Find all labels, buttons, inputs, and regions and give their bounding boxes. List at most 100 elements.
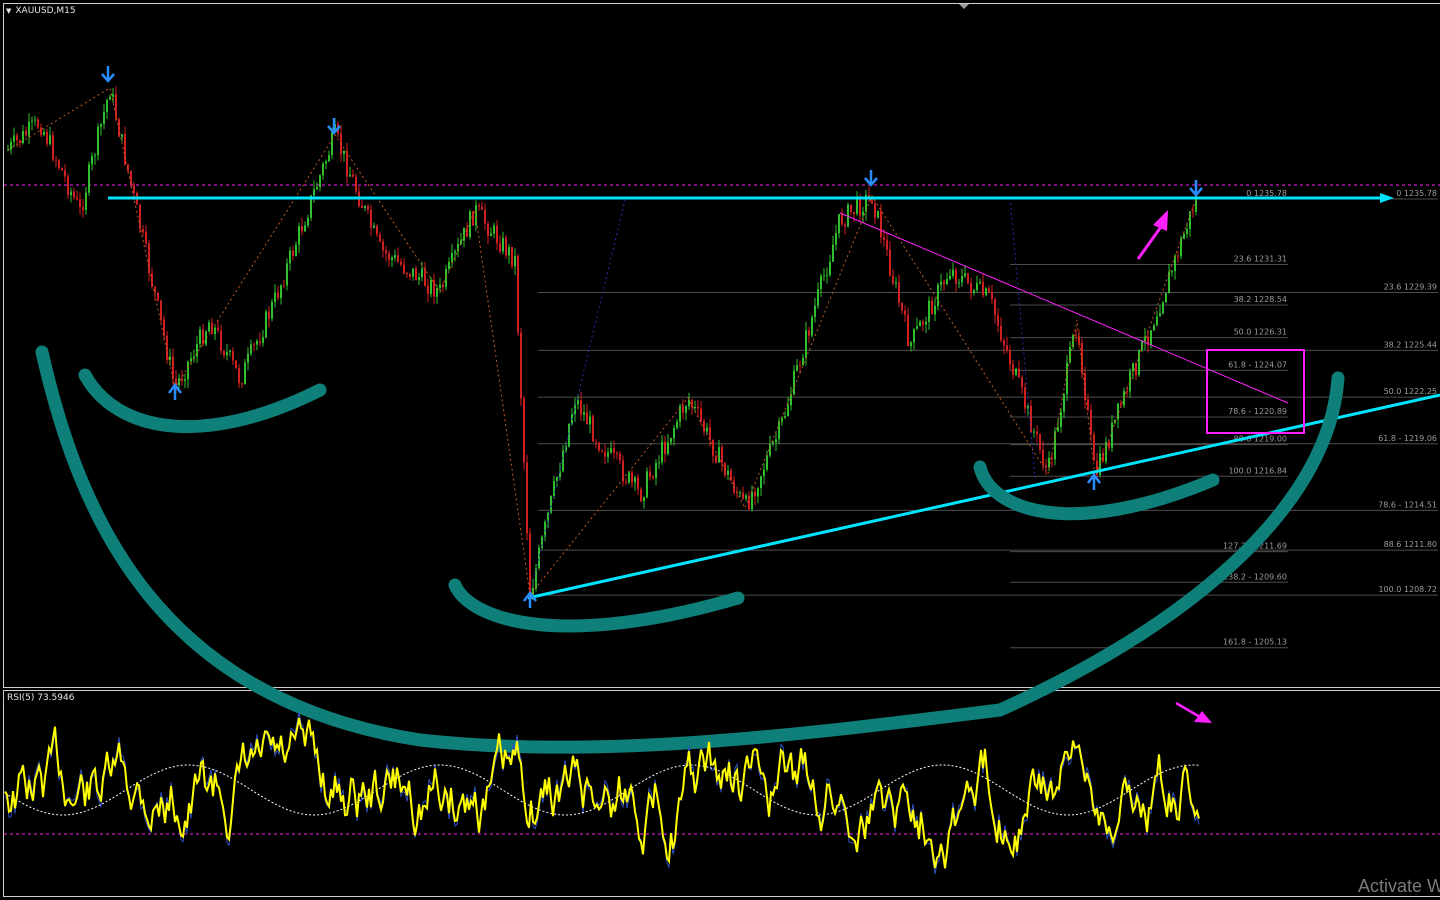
candle-body [829, 261, 831, 276]
fib-label: 78.6 - 1220.89 [1228, 407, 1287, 416]
candle-body [883, 237, 885, 240]
candle-body [922, 321, 924, 325]
candle-body [490, 233, 492, 237]
candle-body [634, 477, 636, 483]
candle-body [1024, 387, 1026, 409]
fib-label: 23.6 1231.31 [1234, 254, 1287, 263]
candle-body [928, 300, 930, 322]
candle-body [112, 94, 114, 97]
candle-body [520, 332, 522, 399]
candle-body [322, 163, 324, 176]
candle-body [145, 231, 147, 244]
price-chart[interactable]: 0 1235.78 23.6 1231.31 38.2 1228.54 50.0 12… [0, 0, 1440, 900]
candle-body [208, 322, 210, 332]
candle-body [580, 400, 582, 415]
candle-body [40, 127, 42, 135]
candle-body [760, 476, 762, 489]
candle-body [1138, 349, 1140, 375]
candle-body [133, 184, 135, 193]
candle-body [10, 141, 12, 150]
candle-body [64, 170, 66, 177]
candle-body [910, 342, 912, 347]
candle-body [1039, 434, 1041, 450]
candle-body [970, 283, 972, 293]
candle-body [187, 361, 189, 380]
candle-body [874, 203, 876, 218]
candle-body [811, 317, 813, 336]
candle-body [268, 311, 270, 319]
candle-body [850, 204, 852, 212]
candle-body [745, 495, 747, 499]
candle-body [1183, 233, 1185, 239]
candle-body [568, 423, 570, 447]
candle-body [907, 314, 909, 347]
candle-body [34, 119, 36, 121]
candle-body [1015, 368, 1017, 375]
fib-label: 161.8 - 1205.13 [1223, 638, 1287, 647]
candle-body [412, 268, 414, 277]
candle-body [1177, 255, 1179, 257]
candle-body [52, 135, 54, 160]
candle-body [37, 119, 39, 128]
candle-body [1165, 293, 1167, 303]
candle-body [1120, 403, 1122, 406]
chart-window[interactable]: 0 1235.78 23.6 1231.31 38.2 1228.54 50.0 12… [0, 0, 1440, 900]
candle-body [1090, 409, 1092, 435]
candle-body [592, 416, 594, 442]
candle-body [652, 476, 654, 478]
candle-body [253, 344, 255, 346]
candle-body [877, 210, 879, 218]
candle-body [610, 448, 612, 453]
candle-body [667, 442, 669, 454]
candle-body [385, 250, 387, 254]
candle-body [1006, 345, 1008, 351]
candle-body [298, 226, 300, 245]
candle-body [376, 225, 378, 235]
candle-body [841, 214, 843, 225]
fib-label: 61.8 - 1224.07 [1228, 360, 1287, 369]
candle-body [613, 448, 615, 453]
candle-body [160, 300, 162, 320]
candle-body [445, 268, 447, 287]
candle-body [280, 285, 282, 299]
candle-body [670, 437, 672, 443]
candle-body [271, 301, 273, 319]
candle-body [835, 233, 837, 245]
candle-body [319, 175, 321, 188]
candle-body [178, 378, 180, 386]
candle-body [379, 234, 381, 242]
candle-body [154, 286, 156, 293]
candle-body [295, 244, 297, 256]
candle-body [217, 327, 219, 331]
candle-body [484, 209, 486, 224]
candle-body [325, 161, 327, 164]
candle-body [991, 292, 993, 300]
candle-body [985, 288, 987, 296]
candle-body [157, 292, 159, 301]
candle-body [742, 492, 744, 499]
candle-body [631, 472, 633, 483]
candle-body [109, 96, 111, 100]
candle-body [229, 350, 231, 353]
candle-body [643, 497, 645, 502]
candle-body [265, 311, 267, 338]
candle-body [454, 251, 456, 253]
candle-body [397, 255, 399, 262]
candle-body [514, 255, 516, 267]
candle-body [1075, 335, 1077, 337]
candle-body [58, 160, 60, 169]
candle-body [31, 120, 33, 122]
candle-body [232, 350, 234, 361]
candle-body [262, 337, 264, 343]
candle-body [46, 132, 48, 144]
candle-body [244, 362, 246, 385]
candle-body [79, 199, 81, 207]
candle-body [607, 452, 609, 457]
candle-body [784, 415, 786, 418]
candle-body [796, 365, 798, 371]
candle-body [1084, 373, 1086, 400]
rsi-label: RSI(5) 73.5946 [7, 693, 75, 703]
candle-body [1129, 371, 1131, 392]
candle-body [238, 368, 240, 384]
collapse-triangle-icon[interactable]: ▼ [6, 7, 11, 15]
